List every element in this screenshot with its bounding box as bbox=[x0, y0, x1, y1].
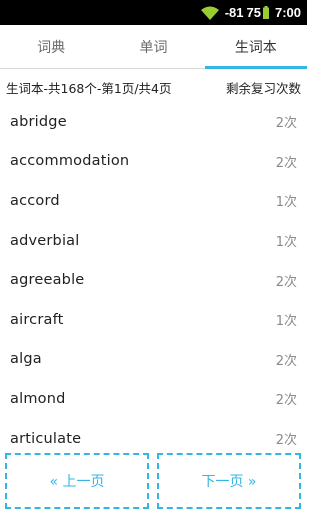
pager: « 上一页 下一页 » bbox=[0, 450, 307, 512]
list-item[interactable]: accord 1次 bbox=[0, 181, 307, 221]
word-text: adverbial bbox=[10, 232, 80, 249]
review-count: 2次 bbox=[275, 274, 297, 290]
word-text: accommodation bbox=[10, 153, 130, 170]
next-page-button[interactable]: 下一页 » bbox=[157, 453, 301, 509]
review-count: 2次 bbox=[275, 155, 297, 171]
review-count: 1次 bbox=[275, 195, 297, 211]
signal-strength: -81 bbox=[224, 5, 244, 20]
list-item[interactable]: accommodation 2次 bbox=[0, 142, 307, 182]
list-item[interactable]: aircraft 1次 bbox=[0, 300, 307, 340]
prev-page-button[interactable]: « 上一页 bbox=[5, 453, 149, 509]
word-text: alga bbox=[10, 351, 42, 368]
word-text: accord bbox=[10, 192, 60, 209]
list-item[interactable]: adverbial 1次 bbox=[0, 221, 307, 261]
summary-review-header: 剩余复习次数 bbox=[225, 80, 301, 96]
word-text: abridge bbox=[10, 113, 67, 130]
review-count: 2次 bbox=[275, 116, 297, 132]
word-text: articulate bbox=[10, 430, 82, 447]
battery-icon bbox=[262, 6, 269, 19]
review-count: 1次 bbox=[275, 314, 297, 330]
tab-vocabulary-book[interactable]: 生词本 bbox=[204, 25, 308, 69]
word-text: aircraft bbox=[10, 311, 64, 328]
wifi-icon bbox=[200, 6, 219, 20]
review-count: 1次 bbox=[275, 235, 297, 251]
list-item[interactable]: almond 2次 bbox=[0, 379, 307, 419]
review-count: 2次 bbox=[275, 393, 297, 409]
review-count: 2次 bbox=[275, 433, 297, 449]
word-text: almond bbox=[10, 390, 66, 407]
tab-dictionary[interactable]: 词典 bbox=[0, 25, 102, 68]
tab-words[interactable]: 单词 bbox=[102, 25, 204, 68]
list-summary: 生词本-共168个-第1页/共4页 剩余复习次数 bbox=[0, 70, 307, 104]
tab-bar: 词典 单词 生词本 bbox=[0, 25, 308, 69]
status-bar: -81 75 7:00 bbox=[0, 0, 307, 25]
word-text: agreeable bbox=[10, 272, 85, 289]
list-item[interactable]: alga 2次 bbox=[0, 340, 307, 380]
clock: 7:00 bbox=[274, 5, 301, 20]
list-item[interactable]: abridge 2次 bbox=[0, 102, 307, 142]
summary-page-info: 生词本-共168个-第1页/共4页 bbox=[6, 80, 172, 96]
review-count: 2次 bbox=[275, 353, 297, 369]
list-item[interactable]: agreeable 2次 bbox=[0, 260, 307, 300]
battery-level: 75 bbox=[246, 5, 261, 20]
word-list: abridge 2次 accommodation 2次 accord 1次 ad… bbox=[0, 102, 307, 458]
